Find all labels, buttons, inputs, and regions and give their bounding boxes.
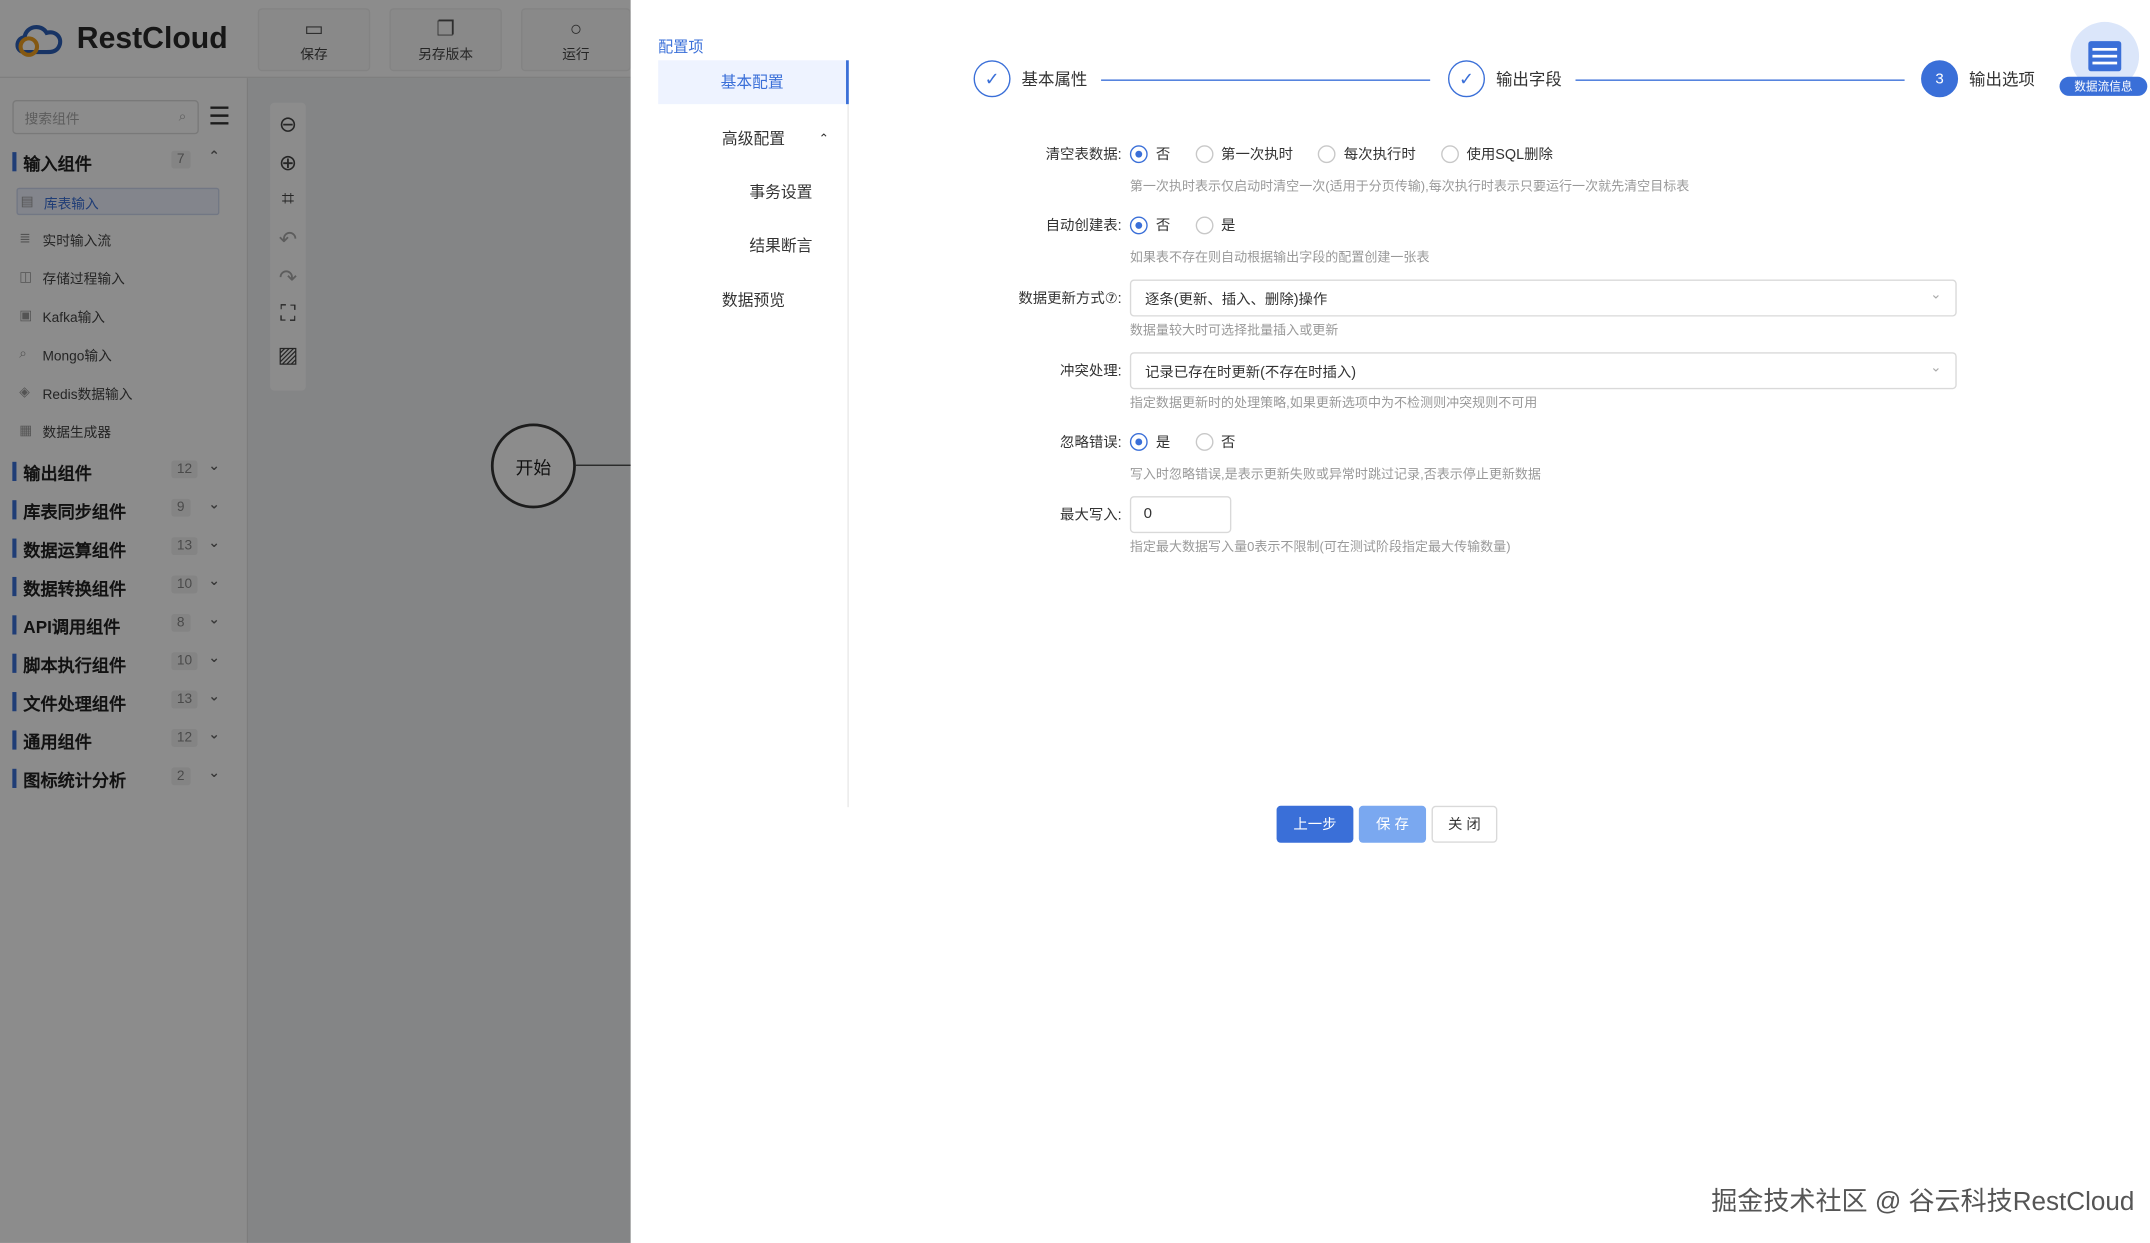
prev-step-button[interactable]: 上一步 (1276, 805, 1354, 843)
field-help: 指定最大数据写入量0表示不限制(可在测试阶段指定最大传输数量) (1129, 539, 1511, 556)
conflict-select[interactable]: 记录已存在时更新(不存在时插入) ⌄ (1129, 352, 1957, 390)
step-output-options[interactable]: 3 输出选项 (1921, 60, 2035, 98)
chevron-up-icon: ⌃ (818, 130, 829, 145)
radio-label: 否 (1221, 434, 1236, 451)
radio-option[interactable]: 第一次执时 (1195, 144, 1293, 165)
radio-label: 是 (1155, 434, 1171, 451)
radio-unchecked[interactable] (1195, 216, 1213, 235)
field-label: 数据更新方式⑦: (1018, 290, 1122, 307)
step-label: 输出字段 (1495, 69, 1562, 90)
app-root: RestCloud ▭ 保存 ❐ 另存版本 ○ 运行 搜索组件 ⌕ ☰ 输入组件… (0, 0, 2150, 1243)
radio-option[interactable]: 否 (1195, 432, 1235, 453)
max-write-input[interactable]: 0 (1129, 496, 1232, 534)
radio-checked[interactable] (1129, 216, 1148, 235)
radio-label: 第一次执时 (1221, 146, 1294, 164)
field-help: 如果表不存在则自动根据输出字段的配置创建一张表 (1129, 250, 1430, 266)
menu-advanced-config[interactable]: 高级配置 ⌃ (658, 116, 849, 160)
chevron-down-icon: ⌄ (1930, 360, 1942, 376)
radio-option[interactable]: 是 (1195, 215, 1235, 236)
field-label: 清空表数据: (1045, 146, 1122, 164)
radio-option[interactable]: 否 (1129, 144, 1171, 165)
update-mode-select[interactable]: 逐条(更新、插入、删除)操作 ⌄ (1129, 279, 1957, 317)
menu-basic-config[interactable]: 基本配置 (658, 60, 849, 105)
radio-label: 每次执行时 (1343, 146, 1416, 164)
field-label: 冲突处理: (1060, 363, 1122, 380)
chevron-down-icon: ⌄ (1930, 287, 1942, 303)
save-button[interactable]: 保 存 (1358, 805, 1427, 843)
radio-label: 否 (1155, 217, 1171, 235)
radio-option[interactable]: 每次执行时 (1317, 144, 1416, 165)
field-label: 最大写入: (1060, 507, 1122, 524)
step-output-fields[interactable]: ✓ 输出字段 (1447, 60, 1562, 98)
select-value: 逐条(更新、插入、删除)操作 (1144, 291, 1328, 309)
flow-info-badge[interactable]: 数据流信息 (2059, 21, 2150, 101)
field-help: 指定数据更新时的处理策略,如果更新选项中为不检测则冲突规则不可用 (1129, 396, 1538, 412)
field-help: 第一次执时表示仅启动时清空一次(适用于分页传输),每次执行时表示只要运行一次就先… (1129, 179, 1690, 195)
radio-label: 使用SQL删除 (1466, 146, 1553, 164)
check-icon: ✓ (1447, 60, 1486, 98)
radio-checked[interactable] (1129, 145, 1148, 164)
radio-unchecked[interactable] (1195, 433, 1213, 451)
step-label: 基本属性 (1021, 69, 1088, 90)
field-help: 写入时忽略错误,是表示更新失败或异常时跳过记录,否表示停止更新数据 (1129, 467, 1541, 483)
radio-group: 否 是 (1129, 215, 1252, 236)
radio-option[interactable]: 是 (1129, 432, 1171, 453)
close-button[interactable]: 关 闭 (1431, 805, 1498, 843)
config-menu: 基本配置 高级配置 ⌃ 事务设置 结果断言 数据预览 (658, 60, 849, 808)
menu-transaction[interactable]: 事务设置 (658, 170, 849, 214)
step-label: 输出选项 (1969, 69, 2035, 90)
field-label: 自动创建表: (1045, 217, 1122, 235)
modal-overlay[interactable] (0, 0, 631, 1243)
radio-label: 是 (1221, 217, 1236, 235)
radio-group: 是 否 (1129, 432, 1252, 453)
step-connector (1101, 79, 1431, 81)
radio-option[interactable]: 否 (1129, 215, 1171, 236)
menu-assertion[interactable]: 结果断言 (658, 223, 849, 267)
field-label: 忽略错误: (1060, 434, 1122, 451)
step-basic[interactable]: ✓ 基本属性 (973, 60, 1088, 98)
field-help: 数据量较大时可选择批量插入或更新 (1129, 323, 1339, 339)
check-icon: ✓ (973, 60, 1011, 98)
radio-unchecked[interactable] (1195, 145, 1213, 164)
config-drawer: 配置项 基本配置 高级配置 ⌃ 事务设置 结果断言 数据预览 ✓ 基本属性 ✓ 输出字… (630, 0, 2150, 1243)
badge-label: 数据流信息 (2059, 76, 2148, 96)
radio-label: 否 (1155, 146, 1171, 164)
radio-unchecked[interactable] (1440, 145, 1459, 164)
menu-label: 高级配置 (721, 131, 786, 149)
step-connector (1575, 79, 1905, 81)
menu-data-preview[interactable]: 数据预览 (658, 278, 849, 322)
step-number: 3 (1921, 60, 1959, 98)
step-indicator: ✓ 基本属性 ✓ 输出字段 3 输出选项 (973, 60, 2044, 98)
drawer-title: 配置项 (658, 39, 704, 57)
radio-checked[interactable] (1129, 433, 1148, 451)
radio-group: 否 第一次执时 每次执行时 使用SQL删除 (1129, 144, 1569, 165)
radio-unchecked[interactable] (1317, 145, 1336, 164)
select-value: 记录已存在时更新(不存在时插入) (1144, 364, 1357, 381)
watermark: 掘金技术社区 @ 谷云科技RestCloud (1711, 1188, 2135, 1217)
radio-option[interactable]: 使用SQL删除 (1440, 144, 1553, 165)
